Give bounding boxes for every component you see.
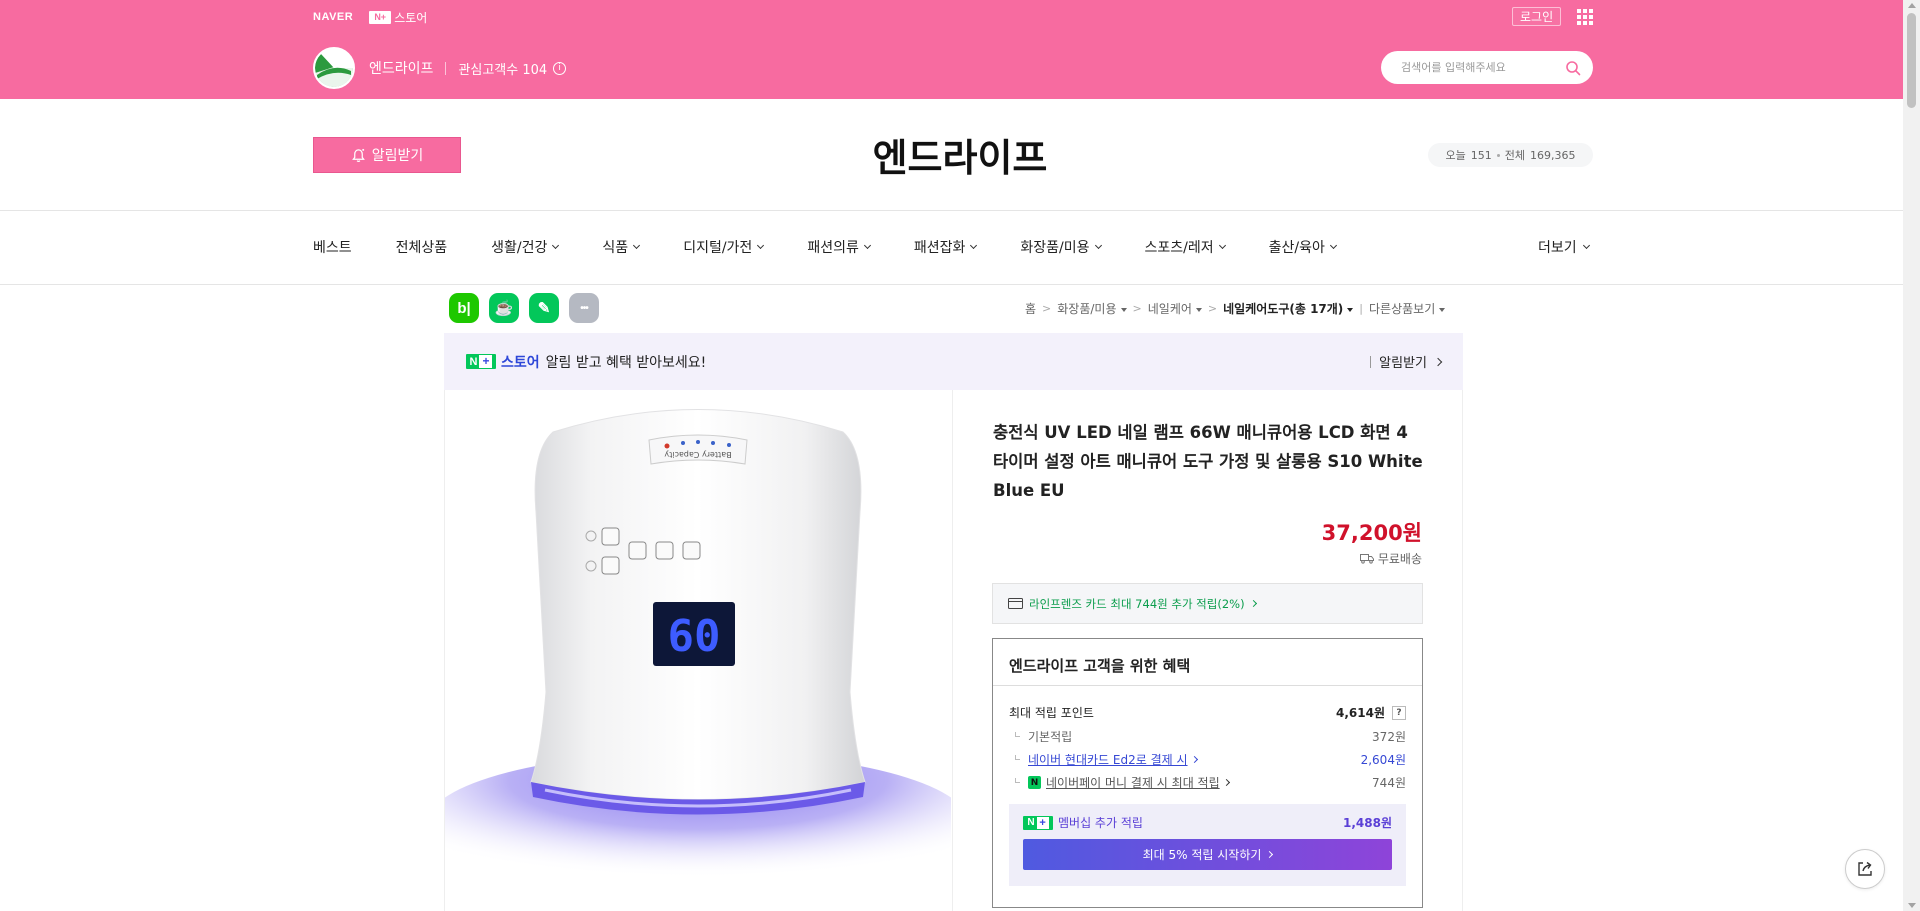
breadcrumb-category-3[interactable]: 네일케어도구(총 17개) [1223, 300, 1354, 317]
share-blog-button[interactable]: ✎ [529, 293, 559, 323]
fans-count: 관심고객수 104 [458, 62, 548, 78]
lamp-lcd-readout: 60 [668, 611, 721, 662]
share-icon [1858, 861, 1872, 876]
breadcrumb-other-products[interactable]: 다른상품보기 [1369, 300, 1446, 317]
banner-notify-link[interactable]: 알림받기 [1370, 352, 1443, 371]
search-box [1381, 51, 1593, 84]
category-item[interactable]: 화장품/미용 [1020, 237, 1102, 257]
chevron-right-icon [1249, 599, 1257, 608]
global-nav: NAVER N+ 스토어 [313, 9, 427, 26]
category-item[interactable]: 출산/육아 [1269, 237, 1337, 257]
benefit-row-card: 네이버 현대카드 Ed2로 결제 시 2,604원 [1009, 751, 1406, 768]
divider [445, 61, 447, 75]
nplus-logo: N + [466, 354, 496, 369]
category-item[interactable]: 스포츠/레저 [1145, 237, 1226, 257]
share-float-button[interactable] [1845, 849, 1885, 889]
membership-value: 1,488원 [1343, 816, 1392, 830]
membership-box: N + 멤버십 추가 적립 1,488원 최대 5% 적립 시작하기 [1009, 804, 1406, 886]
npay-link[interactable]: 네이버페이 머니 결제 시 최대 적립 [1046, 774, 1220, 791]
membership-start-button[interactable]: 최대 5% 적립 시작하기 [1023, 839, 1392, 870]
lamp-printed-text: Battery Capacity [664, 450, 731, 459]
avatar[interactable] [313, 47, 355, 89]
breadcrumb: 홈 > 화장품/미용 > 네일케어 > 네일케어도구(총 17개) | 다른상품… [1025, 300, 1446, 317]
naver-logo[interactable]: NAVER [313, 11, 353, 23]
top-bar: NAVER N+ 스토어 로그인 엔드라이프 관심고객수 104 i [0, 0, 1920, 99]
nplus-store-link[interactable]: N+ 스토어 [369, 9, 427, 26]
scroll-down-icon[interactable] [1908, 903, 1916, 908]
breadcrumb-home[interactable]: 홈 [1025, 300, 1036, 317]
visitor-count: 오늘 151 전체 169,365 [1428, 143, 1593, 167]
divider [0, 210, 1920, 211]
chevron-down-icon [1329, 241, 1337, 250]
help-icon[interactable]: ? [1392, 705, 1406, 720]
truck-icon [1359, 554, 1374, 564]
nplus-badge: N+ [369, 10, 392, 24]
chevron-down-icon [970, 241, 978, 250]
chevron-down-icon [863, 241, 871, 250]
chevron-right-icon [1433, 357, 1443, 366]
banner-message: 알림 받고 혜택 받아보세요! [545, 354, 707, 371]
chevron-down-icon [1218, 241, 1226, 250]
hyundai-card-link[interactable]: 네이버 현대카드 Ed2로 결제 시 [1028, 751, 1188, 768]
store-profile: 엔드라이프 관심고객수 104 i [313, 47, 567, 89]
scroll-up-icon[interactable] [1908, 3, 1916, 8]
chevron-right-icon [1222, 778, 1230, 787]
credit-card-icon [1008, 598, 1023, 609]
breadcrumb-category-1[interactable]: 화장품/미용 [1057, 300, 1127, 317]
chevron-down-icon [633, 241, 641, 250]
category-item[interactable]: 전체상품 [396, 237, 448, 257]
share-more-button[interactable]: ••• [569, 293, 599, 323]
share-band-button[interactable]: b| [449, 293, 479, 323]
benefit-row-npay: N 네이버페이 머니 결제 시 최대 적립 744원 [1009, 774, 1406, 791]
category-item[interactable]: 패션잡화 [914, 237, 978, 257]
search-input[interactable] [1401, 61, 1561, 74]
category-item[interactable]: 베스트 [313, 237, 352, 257]
share-buttons: b| ☕ ✎ ••• [449, 293, 599, 323]
membership-label: 멤버십 추가 적립 [1058, 816, 1143, 830]
chevron-down-icon [1094, 241, 1102, 250]
category-item[interactable]: 식품 [602, 237, 641, 257]
category-item[interactable]: 패션의류 [807, 237, 871, 257]
category-item[interactable]: 디지털/가전 [683, 237, 765, 257]
band-icon: b| [457, 299, 471, 317]
nplus-logo: N + [1023, 815, 1053, 830]
chevron-right-icon [1266, 850, 1274, 859]
category-item[interactable]: 생활/건강 [491, 237, 560, 257]
banner-store-label: 스토어 [501, 354, 540, 371]
product-image[interactable]: Battery Capacity 60 [445, 392, 951, 880]
divider [952, 390, 953, 911]
category-nav: 베스트 전체상품 생활/건강 식품 디지털/가전 패션의류 패션잡화 화장품/미용 스포츠/레저… [313, 236, 1337, 258]
benefit-row-basic: 기본적립 372원 [1009, 728, 1406, 745]
blog-icon: ✎ [537, 300, 551, 317]
page-title[interactable]: 엔드라이프 [0, 127, 1920, 182]
divider [0, 284, 1920, 285]
shipping-info: 무료배송 [1200, 550, 1422, 567]
grid-icon[interactable] [1577, 9, 1593, 25]
scrollbar[interactable] [1903, 0, 1920, 911]
npay-icon: N [1028, 776, 1041, 789]
nplus-banner: N + 스토어 알림 받고 혜택 받아보세요! 알림받기 [444, 333, 1463, 390]
more-button[interactable]: 더보기 [1538, 236, 1590, 258]
chevron-right-icon [1190, 755, 1198, 764]
store-link-label: 스토어 [394, 10, 428, 25]
login-button[interactable]: 로그인 [1512, 7, 1562, 26]
cafe-icon: ☕ [494, 300, 514, 317]
search-icon[interactable] [1565, 60, 1581, 76]
product-price: 37,200원 [1321, 521, 1422, 545]
store-name[interactable]: 엔드라이프 [369, 58, 433, 78]
chevron-down-icon [552, 241, 560, 250]
benefit-box: 엔드라이프 고객을 위한 혜택 최대 적립 포인트 4,614원 ? 기본적립 … [992, 638, 1423, 908]
chevron-down-icon [1582, 241, 1590, 250]
max-point-row: 최대 적립 포인트 4,614원 ? [1009, 704, 1406, 721]
more-icon: ••• [580, 302, 588, 314]
info-icon[interactable]: i [553, 61, 567, 75]
product-title: 충전식 UV LED 네일 램프 66W 매니큐어용 LCD 화면 4 타이머 … [993, 423, 1423, 500]
share-cafe-button[interactable]: ☕ [489, 293, 519, 323]
scroll-thumb[interactable] [1907, 13, 1916, 108]
breadcrumb-category-2[interactable]: 네일케어 [1148, 300, 1202, 317]
benefit-title: 엔드라이프 고객을 위한 혜택 [1009, 657, 1191, 675]
chevron-down-icon [757, 241, 765, 250]
card-offer-link[interactable]: 라인프렌즈 카드 최대 744원 추가 적립(2%) [992, 583, 1423, 624]
